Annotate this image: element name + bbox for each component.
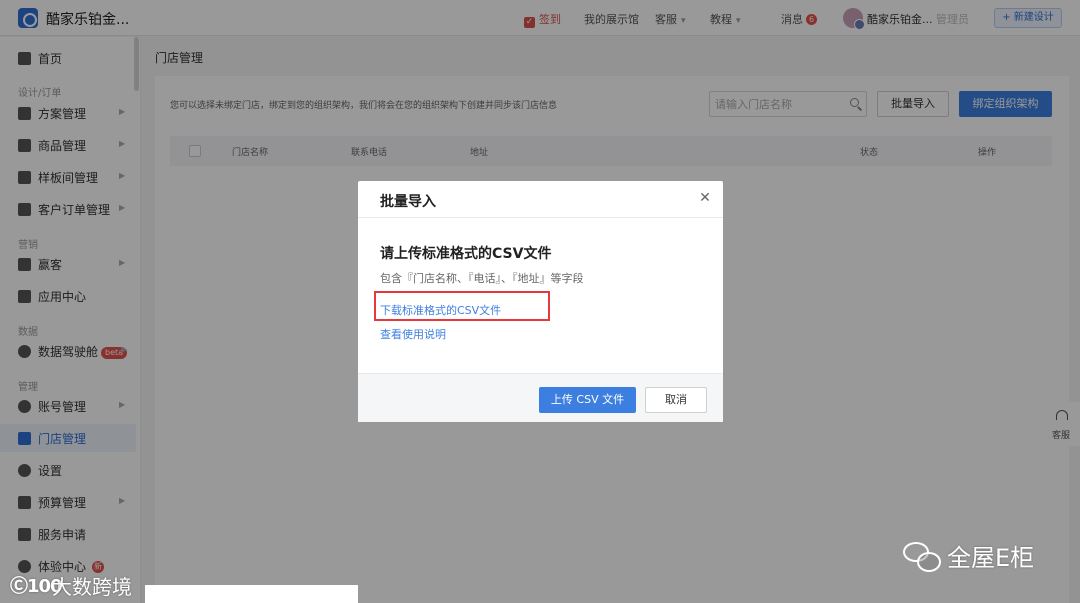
cancel-button[interactable]: 取消 — [645, 387, 707, 413]
bulk-import-dialog: 批量导入 ✕ 请上传标准格式的CSV文件 包含『门店名称、『电话』、『地址』等字… — [358, 181, 723, 422]
watermark-right-text: 全屋E柜 — [947, 544, 1035, 572]
upload-csv-button[interactable]: 上传 CSV 文件 — [539, 387, 636, 413]
close-icon[interactable]: ✕ — [698, 191, 712, 205]
dialog-title: 批量导入 — [380, 194, 436, 210]
dialog-divider — [358, 217, 723, 218]
bottom-strip — [145, 585, 358, 603]
wechat-icon — [903, 542, 941, 572]
download-template-link[interactable]: 下载标准格式的CSV文件 — [380, 302, 501, 318]
dialog-footer: 上传 CSV 文件 取消 — [358, 373, 723, 422]
dialog-subtext: 包含『门店名称、『电话』、『地址』等字段 — [380, 272, 584, 285]
watermark-left-text: 大数跨境 — [52, 575, 132, 599]
help-link[interactable]: 查看使用说明 — [380, 326, 446, 342]
dialog-heading: 请上传标准格式的CSV文件 — [380, 246, 552, 262]
